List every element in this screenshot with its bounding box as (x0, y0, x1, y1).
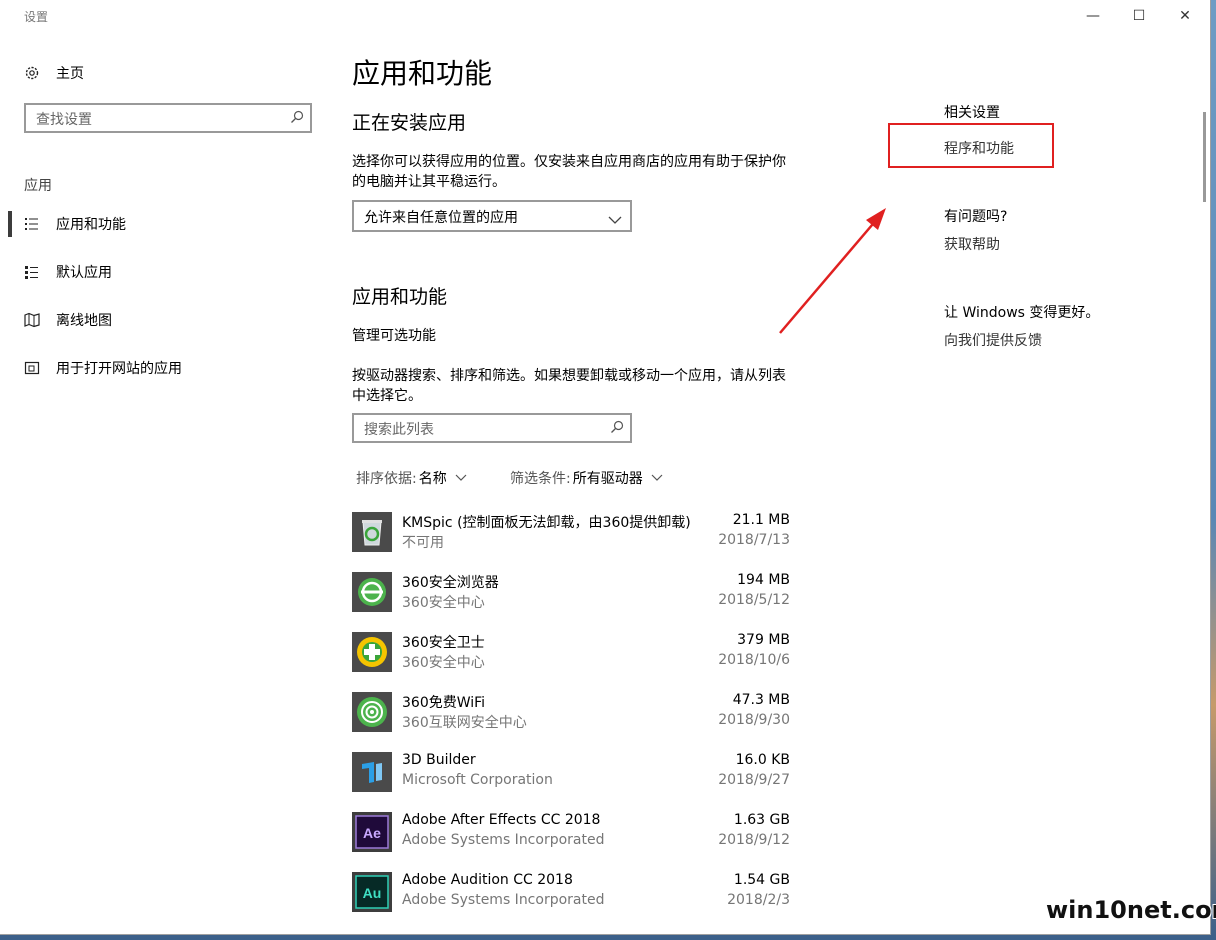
highlight-box (888, 123, 1054, 168)
default-apps-icon (24, 264, 40, 280)
app-date: 2018/5/12 (718, 592, 790, 608)
related-settings-heading: 相关设置 (944, 105, 1000, 121)
app-name: Adobe After Effects CC 2018 (402, 812, 601, 828)
3d-builder-icon (352, 752, 392, 792)
app-size: 194 MB (737, 572, 790, 588)
app-publisher: Adobe Systems Incorporated (402, 832, 605, 848)
feedback-heading: 让 Windows 变得更好。 (944, 305, 1100, 321)
search-icon (610, 419, 624, 433)
app-publisher: Microsoft Corporation (402, 772, 553, 788)
app-name: 360安全卫士 (402, 635, 485, 651)
chevron-down-icon (608, 210, 622, 229)
chevron-down-icon (651, 474, 663, 481)
sidebar-home[interactable]: 主页 (24, 60, 84, 86)
sidebar-item-label: 应用和功能 (56, 217, 126, 233)
annotation-arrow (779, 208, 886, 334)
app-date: 2018/9/12 (718, 832, 790, 848)
window-title: 设置 (24, 10, 49, 24)
app-name: 360免费WiFi (402, 695, 486, 711)
app-date: 2018/10/6 (718, 652, 790, 668)
app-size: 379 MB (737, 632, 790, 648)
list-item[interactable]: 3D Builder Microsoft Corporation 16.0 KB… (352, 752, 792, 798)
recycle-bin-icon (352, 512, 392, 552)
sort-label: 排序依据: (356, 471, 417, 487)
sidebar-item-label: 用于打开网站的应用 (56, 361, 182, 377)
sidebar-item-offline-maps[interactable]: 离线地图 (24, 307, 112, 333)
installing-description: 选择你可以获得应用的位置。仅安装来自应用商店的应用有助于保护你的电脑并让其平稳运… (352, 154, 786, 190)
manage-optional-features-link[interactable]: 管理可选功能 (352, 326, 792, 346)
audition-icon: Au (352, 872, 392, 912)
app-list-search-input[interactable]: 搜索此列表 (352, 413, 632, 443)
list-item[interactable]: Ae Adobe After Effects CC 2018 Adobe Sys… (352, 812, 792, 858)
app-date: 2018/2/3 (727, 892, 790, 908)
map-icon (24, 312, 40, 328)
apps-list-icon (24, 216, 40, 232)
watermark: win10net.com (1046, 896, 1216, 924)
sidebar-section-title: 应用 (24, 178, 52, 194)
sidebar-item-default-apps[interactable]: 默认应用 (24, 259, 112, 285)
app-list-search-placeholder: 搜索此列表 (364, 422, 434, 438)
filter-value: 所有驱动器 (572, 471, 643, 487)
sort-dropdown[interactable]: 排序依据: 名称 (356, 468, 467, 488)
maximize-button[interactable]: ☐ (1116, 0, 1162, 32)
app-size: 16.0 KB (735, 752, 790, 768)
sidebar-item-label: 离线地图 (56, 313, 112, 329)
app-name: KMSpic (控制面板无法卸载，由360提供卸载) (402, 515, 691, 531)
svg-text:Ae: Ae (363, 825, 381, 841)
minimize-button[interactable]: — (1070, 0, 1116, 32)
scrollbar[interactable] (1203, 112, 1206, 202)
sidebar-item-website-apps[interactable]: 用于打开网站的应用 (24, 355, 182, 381)
app-name: Adobe Audition CC 2018 (402, 872, 573, 888)
feedback-link[interactable]: 向我们提供反馈 (944, 330, 1042, 350)
apps-description: 按驱动器搜索、排序和筛选。如果想要卸载或移动一个应用，请从列表中选择它。 (352, 368, 786, 404)
sidebar-item-apps-features[interactable]: 应用和功能 (24, 211, 126, 237)
list-item[interactable]: 360免费WiFi 360互联网安全中心 47.3 MB 2018/9/30 (352, 692, 792, 738)
svg-text:Au: Au (363, 885, 382, 901)
sidebar-home-label: 主页 (56, 66, 84, 82)
app-publisher: 360互联网安全中心 (402, 715, 527, 731)
app-publisher: 360安全中心 (402, 595, 485, 611)
settings-window: 设置 — ☐ ✕ 主页 查找设置 应用 应用和功能 默认应用 离线地图 用于打开… (0, 0, 1211, 935)
apps-heading: 应用和功能 (352, 286, 448, 308)
install-source-value: 允许来自任意位置的应用 (364, 210, 518, 226)
app-size: 21.1 MB (732, 512, 790, 528)
app-date: 2018/7/13 (718, 532, 790, 548)
app-name: 360安全浏览器 (402, 575, 499, 591)
settings-search-input[interactable]: 查找设置 (24, 103, 312, 133)
app-publisher: 360安全中心 (402, 655, 485, 671)
360-wifi-icon (352, 692, 392, 732)
app-publisher: 不可用 (402, 535, 444, 551)
active-indicator (8, 211, 12, 237)
filter-dropdown[interactable]: 筛选条件: 所有驱动器 (510, 468, 663, 488)
page-title: 应用和功能 (352, 57, 493, 90)
app-date: 2018/9/30 (718, 712, 790, 728)
filter-label: 筛选条件: (510, 471, 571, 487)
installing-heading: 正在安装应用 (352, 112, 467, 134)
settings-search-placeholder: 查找设置 (36, 112, 92, 128)
app-size: 1.63 GB (733, 812, 790, 828)
360-security-icon (352, 632, 392, 672)
list-item[interactable]: KMSpic (控制面板无法卸载，由360提供卸载) 不可用 21.1 MB 2… (352, 512, 792, 558)
title-bar: 设置 — ☐ ✕ (0, 0, 1210, 32)
search-icon (290, 109, 304, 123)
app-date: 2018/9/27 (718, 772, 790, 788)
app-size: 47.3 MB (732, 692, 790, 708)
chevron-down-icon (455, 474, 467, 481)
close-button[interactable]: ✕ (1162, 0, 1208, 32)
app-size: 1.54 GB (733, 872, 790, 888)
360-browser-icon (352, 572, 392, 612)
sort-value: 名称 (418, 471, 447, 487)
app-publisher: Adobe Systems Incorporated (402, 892, 605, 908)
app-name: 3D Builder (402, 752, 476, 768)
question-heading: 有问题吗? (944, 209, 1008, 225)
install-source-dropdown[interactable]: 允许来自任意位置的应用 (352, 200, 632, 232)
get-help-link[interactable]: 获取帮助 (944, 234, 1000, 254)
list-item[interactable]: 360安全浏览器 360安全中心 194 MB 2018/5/12 (352, 572, 792, 618)
list-item[interactable]: Au Adobe Audition CC 2018 Adobe Systems … (352, 872, 792, 918)
gear-icon (24, 65, 40, 81)
website-apps-icon (24, 360, 40, 376)
list-item[interactable]: 360安全卫士 360安全中心 379 MB 2018/10/6 (352, 632, 792, 678)
after-effects-icon: Ae (352, 812, 392, 852)
sidebar-item-label: 默认应用 (56, 265, 112, 281)
